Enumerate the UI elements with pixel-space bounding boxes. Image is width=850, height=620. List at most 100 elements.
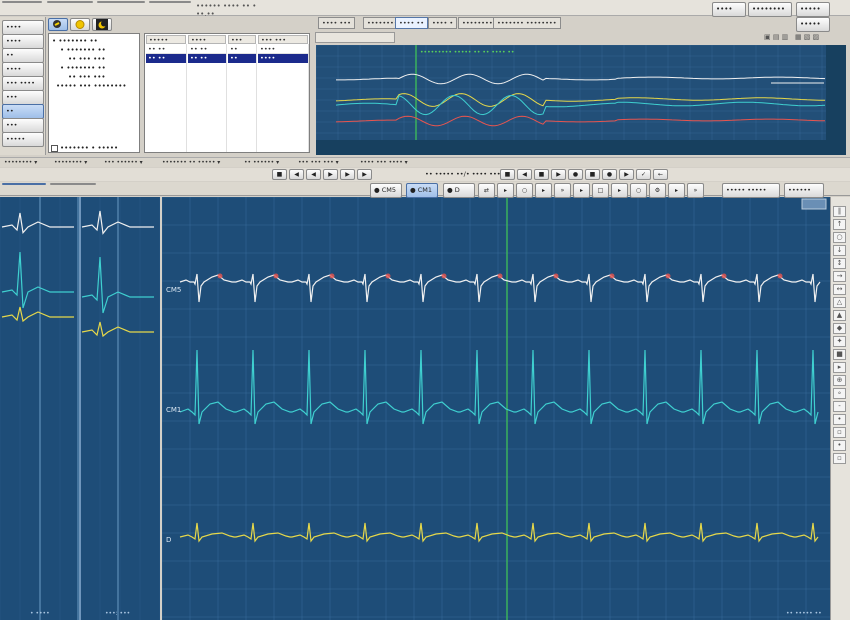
tool-icon[interactable]: △ [833,297,846,308]
ecg-right-button[interactable]: •••••• [784,183,824,198]
tree-item[interactable]: ••••• ••• •••••••• [56,82,127,90]
tool-icon[interactable]: ↑ [833,219,846,230]
tool-icon[interactable]: ∘ [833,388,846,399]
ecg-tool-button[interactable]: ⚙ [649,183,666,198]
side-nav-item[interactable]: ••• [2,118,44,133]
playback-button[interactable]: ■ [585,169,600,180]
bottom-tab[interactable]: ••• •••••• ▾ [104,158,158,167]
table-cell[interactable]: •• [228,45,256,54]
ecg-tool-button[interactable]: » [687,183,704,198]
side-nav-item[interactable]: ••• [2,90,44,105]
tool-icon[interactable]: ∥ [833,206,846,217]
playback-button[interactable]: ■ [272,169,287,180]
tree-item[interactable]: • ••••••• •• [60,46,106,54]
trend-chart[interactable] [315,44,846,155]
right-toolbar-button[interactable]: •••• [712,2,746,17]
table-header[interactable]: •••• [188,35,226,44]
lead-toggle-button[interactable]: ● CM1 [406,183,438,198]
ecg-tool-button[interactable]: □ [592,183,609,198]
playback-button[interactable]: ● [568,169,583,180]
tool-icon[interactable]: ▫ [833,453,846,464]
ecg-right-button[interactable]: ••••• ••••• [722,183,780,198]
side-nav-item[interactable]: •• [2,48,44,63]
side-nav-item[interactable]: •••• [2,34,44,49]
ecg-tool-button[interactable]: ○ [630,183,647,198]
bottom-tab[interactable]: •••••••• ▾ [54,158,100,167]
side-nav-item[interactable]: ••• •••• [2,76,44,91]
lead-toggle-button[interactable]: ● D [443,183,475,198]
bottom-tab[interactable]: •••• ••• •••• ▾ [360,158,426,167]
playback-button[interactable]: ← [653,169,668,180]
tree-item[interactable]: •• ••• ••• [68,73,105,81]
lead-toggle-button[interactable]: ● CM5 [370,183,402,198]
right-toolbar-button[interactable]: ••••• [796,2,830,17]
bottom-tab[interactable]: ••••••• •• ••••• ▾ [162,158,240,167]
playback-button[interactable]: ■ [500,169,515,180]
tool-icon[interactable]: ○ [833,232,846,243]
tool-icon[interactable]: ▫ [833,427,846,438]
table-header[interactable]: ••••• [146,35,186,44]
tree-item[interactable]: •• ••• ••• [68,55,105,63]
playback-button[interactable]: ◀ [289,169,304,180]
tool-icon[interactable]: ◆ [833,323,846,334]
bottom-tab[interactable]: •• •••••• ▾ [244,158,294,167]
left-view-button-2[interactable] [50,183,96,185]
playback-button[interactable]: ◀ [306,169,321,180]
bottom-tab[interactable]: ••• ••• ••• ▾ [298,158,356,167]
playback-button[interactable]: ✓ [636,169,651,180]
top-tab[interactable]: •••• • [428,17,458,29]
ecg-tool-button[interactable]: ▸ [668,183,685,198]
table-cell[interactable]: •• •• [146,54,186,63]
ecg-tool-button[interactable]: ▸ [573,183,590,198]
table-cell[interactable]: •••• [258,54,308,63]
ecg-strip-panel[interactable]: CM5 CM1 D [161,196,839,620]
playback-button[interactable]: ▶ [357,169,372,180]
playback-button[interactable]: ▶ [323,169,338,180]
tool-icon[interactable]: • [833,414,846,425]
tool-icon[interactable]: ✦ [833,336,846,347]
tool-icon[interactable]: ■ [833,349,846,360]
tool-icon[interactable]: ▸ [833,362,846,373]
toolbar-button-1[interactable] [47,1,93,3]
table-header[interactable]: ••• ••• [258,35,308,44]
right-toolbar-button[interactable]: •••••••• [748,2,792,17]
ecg-tool-button[interactable]: ○ [516,183,533,198]
playback-button[interactable]: ■ [534,169,549,180]
left-view-button[interactable] [2,183,46,185]
table-cell[interactable]: •• [228,54,256,63]
ecg-tool-button[interactable]: ▸ [611,183,628,198]
side-nav-item[interactable]: •• [2,104,44,119]
side-nav-item[interactable]: •••• [2,62,44,77]
toolbar-button-2[interactable] [97,1,145,3]
tool-sun-button[interactable] [70,18,90,31]
toolbar-button-3[interactable] [149,1,191,3]
menu-button[interactable] [2,1,42,3]
table-cell[interactable]: •• •• [146,45,186,54]
tool-icon[interactable]: → [833,271,846,282]
tree-item[interactable]: • ••••••• •• [60,64,106,72]
playback-button[interactable]: ▶ [340,169,355,180]
ecg-tool-button[interactable]: ▸ [535,183,552,198]
top-tab[interactable]: •••• •• [395,17,429,29]
ecg-tool-button[interactable]: » [554,183,571,198]
bottom-tab[interactable]: •••••••• ▾ [4,158,50,167]
right-toolbar-button[interactable]: ••••• [796,17,830,32]
side-nav-item[interactable]: ••••• [2,132,44,147]
table-header[interactable]: ••• [228,35,256,44]
tool-icon[interactable]: ↔ [833,284,846,295]
tool-icon[interactable]: ↕ [833,258,846,269]
side-nav-item[interactable]: •••• [2,20,44,35]
playback-button[interactable]: ◀ [517,169,532,180]
table-cell[interactable]: •• •• [188,54,226,63]
playback-button[interactable]: ● [602,169,617,180]
tool-moon-button[interactable] [92,18,112,31]
table-cell[interactable]: •••• [258,45,308,54]
playback-button[interactable]: ▶ [551,169,566,180]
template-panel[interactable] [0,197,161,620]
top-tab[interactable]: •••• ••• [318,17,355,29]
tool-icon[interactable]: ↓ [833,245,846,256]
tool-icon[interactable]: ⊕ [833,375,846,386]
ecg-tool-button[interactable]: ⇄ [478,183,495,198]
playback-button[interactable]: ▶ [619,169,634,180]
tree-item[interactable]: • ••••••• •• [52,37,98,45]
